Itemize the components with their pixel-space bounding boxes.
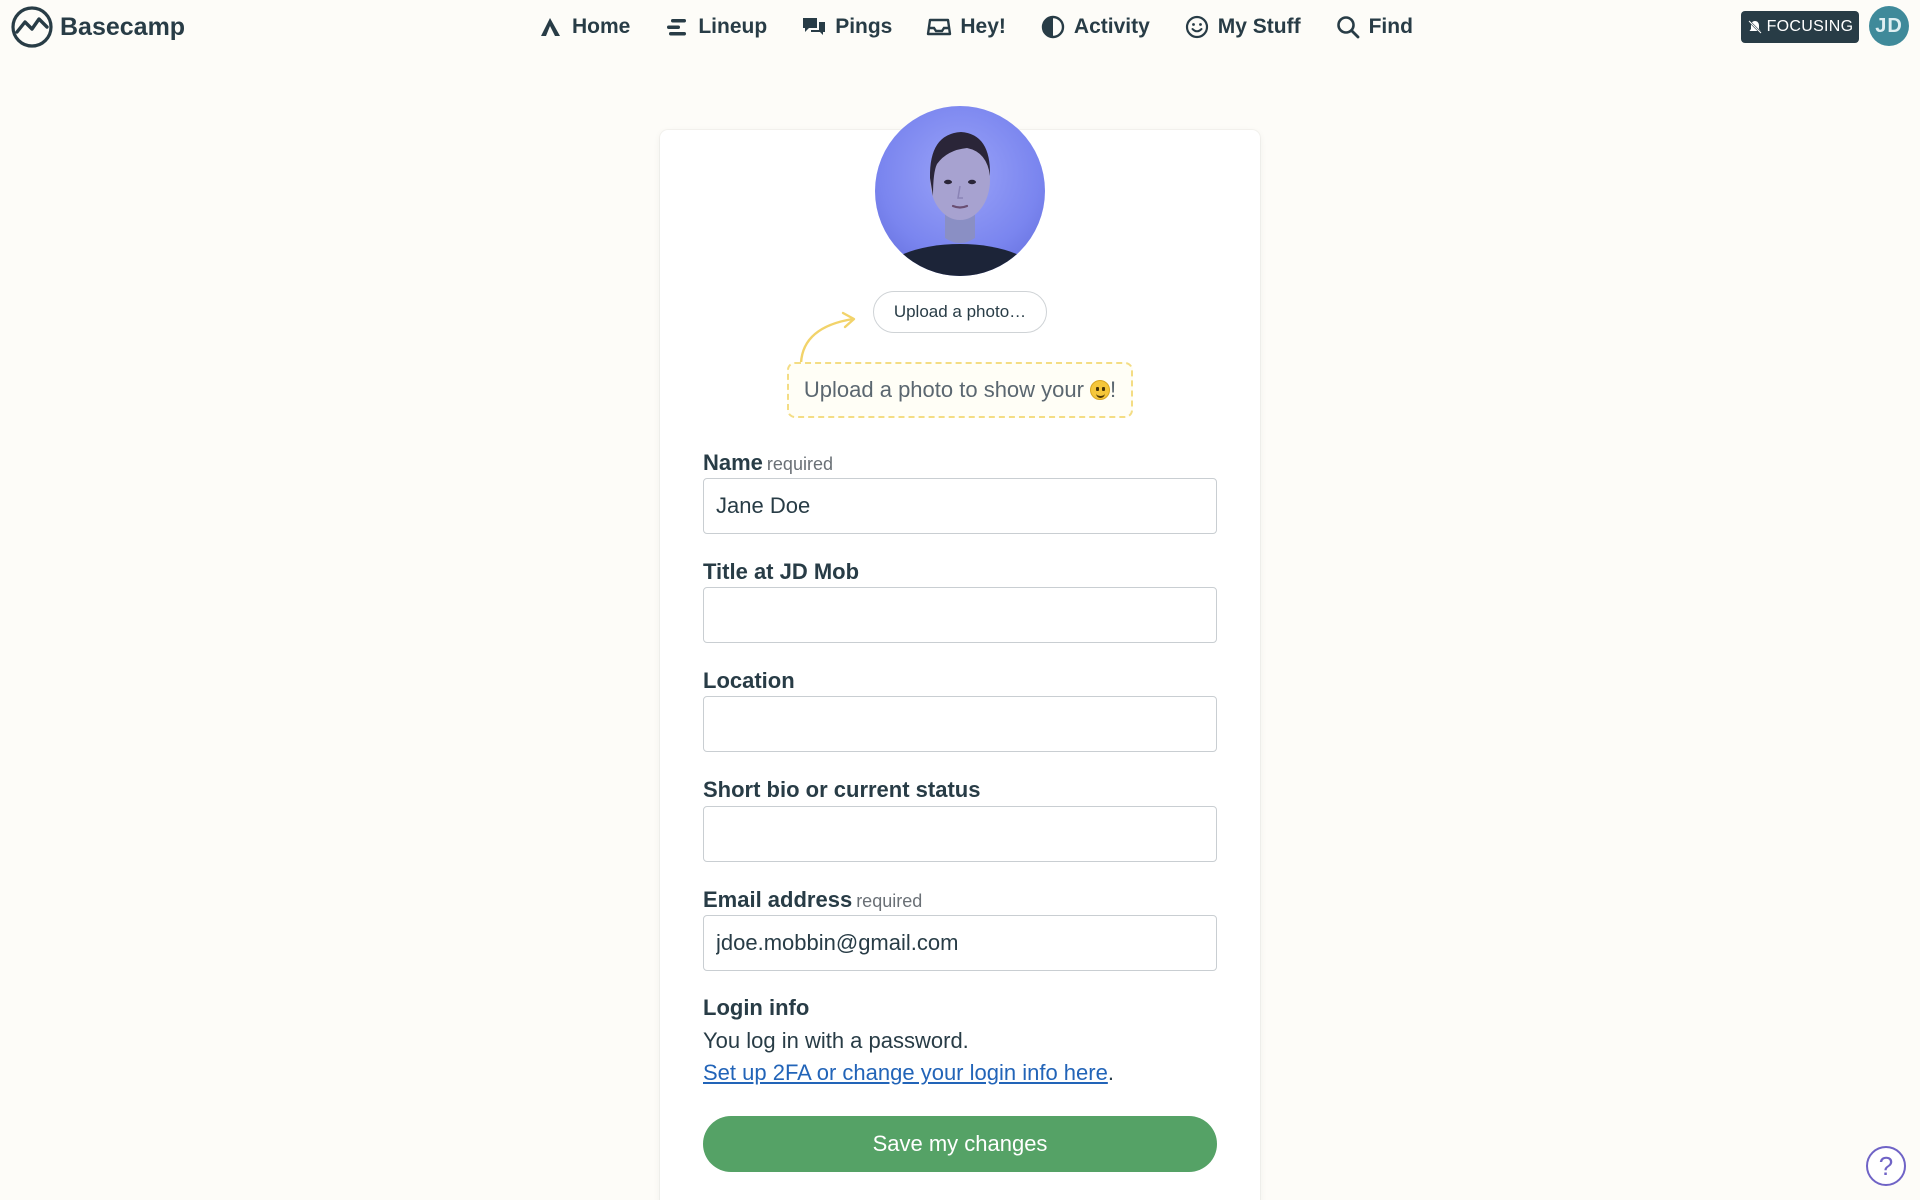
nav-activity-label: Activity <box>1073 15 1150 38</box>
upload-photo-hint: Upload a photo to show your ! <box>787 362 1133 418</box>
profile-portrait <box>880 132 1040 276</box>
nav-hey[interactable]: Hey! <box>926 14 1006 40</box>
name-input[interactable] <box>703 478 1217 534</box>
nav-find-label: Find <box>1368 15 1413 38</box>
activity-icon <box>1041 15 1065 39</box>
upload-hint-suffix: ! <box>1109 377 1117 402</box>
help-label: ? <box>1878 1150 1894 1181</box>
curved-arrow-icon <box>799 311 856 365</box>
nav-home-label: Home <box>572 15 631 38</box>
title-input[interactable] <box>703 587 1217 643</box>
nav-pings-label: Pings <box>835 15 893 38</box>
user-avatar[interactable]: JD <box>1869 6 1909 46</box>
location-input[interactable] <box>703 696 1217 752</box>
profile-photo <box>875 106 1045 276</box>
email-input[interactable] <box>703 915 1217 971</box>
name-required-note: required <box>766 454 833 474</box>
location-label: Location <box>703 668 795 693</box>
inbox-icon <box>927 18 952 36</box>
basecamp-logo[interactable]: Basecamp <box>10 6 186 48</box>
nav-lineup-label: Lineup <box>698 15 768 38</box>
basecamp-logo-icon <box>11 6 53 48</box>
nav-find[interactable]: Find <box>1335 14 1413 40</box>
search-icon <box>1336 16 1359 39</box>
top-navigation: Basecamp Home Lineup Pings Hey! Activity… <box>0 0 1920 54</box>
help-icon[interactable]: ? <box>1866 1146 1906 1186</box>
nav-my-stuff-label: My Stuff <box>1217 15 1301 38</box>
email-label-text: Email address <box>703 887 853 912</box>
pings-icon <box>803 18 826 35</box>
save-changes-button[interactable]: Save my changes <box>703 1116 1217 1172</box>
nav-activity[interactable]: Activity <box>1040 14 1150 40</box>
bell-off-icon <box>1747 20 1762 34</box>
nav-pings[interactable]: Pings <box>801 14 892 40</box>
bio-input[interactable] <box>703 806 1217 862</box>
nav-lineup[interactable]: Lineup <box>664 14 767 40</box>
login-link-suffix: . <box>1107 1060 1114 1085</box>
focusing-label: FOCUSING <box>1766 18 1854 35</box>
name-label-text: Name <box>703 450 763 475</box>
bio-label: Short bio or current status <box>703 777 981 802</box>
nav-hey-label: Hey! <box>960 15 1006 38</box>
name-label: Name required <box>703 450 833 476</box>
login-info-text: You log in with a password. <box>703 1028 969 1053</box>
upload-photo-button[interactable]: Upload a photo… <box>873 291 1047 333</box>
focusing-toggle[interactable]: FOCUSING <box>1741 11 1859 43</box>
main-nav: Home Lineup Pings Hey! Activity My Stuff… <box>538 10 1447 44</box>
login-info-link-row: Set up 2FA or change your login info her… <box>703 1060 1114 1086</box>
login-settings-link[interactable]: Set up 2FA or change your login info her… <box>703 1060 1108 1085</box>
lineup-icon <box>667 19 687 36</box>
home-icon <box>541 18 560 36</box>
login-info-heading: Login info <box>703 995 810 1020</box>
nav-home[interactable]: Home <box>538 14 630 40</box>
title-label: Title at JD Mob <box>703 559 860 584</box>
app-name: Basecamp <box>60 12 186 41</box>
email-required-note: required <box>856 891 923 911</box>
upload-hint-text: Upload a photo to show your <box>803 377 1084 402</box>
email-label: Email address required <box>703 887 922 913</box>
smiley-icon <box>1185 15 1208 39</box>
nav-my-stuff[interactable]: My Stuff <box>1184 14 1301 40</box>
smiley-emoji-icon <box>1089 380 1110 400</box>
